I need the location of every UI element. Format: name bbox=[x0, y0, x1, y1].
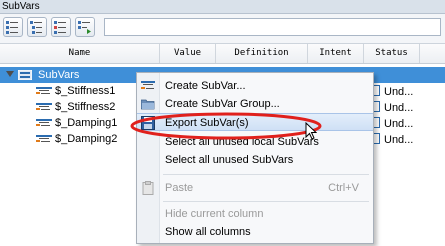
menu-item-create-subvar[interactable]: Create SubVar... bbox=[137, 77, 373, 95]
move-subvar-button[interactable] bbox=[75, 17, 95, 37]
menu-item-select-unused-local[interactable]: Select all unused local SubVars bbox=[137, 133, 373, 151]
menu-item-show-columns[interactable]: Show all columns bbox=[137, 223, 373, 241]
save-disk-icon bbox=[141, 116, 155, 130]
menu-item-label: Select all unused local SubVars bbox=[165, 136, 319, 148]
folder-icon bbox=[141, 99, 155, 110]
menu-separator bbox=[163, 201, 369, 202]
subvar-icon bbox=[36, 119, 52, 126]
tree-item-label: $_Damping2 bbox=[55, 133, 118, 145]
tree-root-label: SubVars bbox=[38, 69, 80, 81]
menu-item-label: Paste bbox=[165, 182, 194, 194]
menu-item-create-subvar-group[interactable]: Create SubVar Group... bbox=[137, 95, 373, 113]
paste-icon bbox=[142, 181, 154, 195]
remove-subvar-button[interactable] bbox=[51, 17, 71, 37]
menu-item-hide-column[interactable]: Hide current column bbox=[137, 205, 373, 223]
status-text: Und... bbox=[384, 134, 414, 146]
list-remove-icon bbox=[54, 21, 66, 34]
mouse-cursor-icon bbox=[305, 122, 317, 140]
status-text: Und... bbox=[384, 86, 414, 98]
subvar-group-icon bbox=[18, 70, 32, 80]
menu-item-label: Create SubVar... bbox=[165, 80, 246, 92]
list-add-icon bbox=[6, 21, 18, 34]
tree-item-label: $_Damping1 bbox=[55, 117, 118, 129]
column-value[interactable]: Value bbox=[160, 44, 216, 63]
status-text: Und... bbox=[384, 102, 414, 114]
subvar-icon bbox=[141, 81, 155, 89]
column-header: Name Value Definition Intent Status bbox=[0, 44, 445, 64]
menu-item-shortcut: Ctrl+V bbox=[328, 182, 359, 194]
tree-item-label: $_Stiffness1 bbox=[55, 85, 116, 97]
expand-arrow-icon[interactable] bbox=[6, 71, 14, 77]
status-cell: Und... bbox=[371, 101, 445, 115]
subvar-icon bbox=[36, 103, 52, 110]
add-group-button[interactable] bbox=[27, 17, 47, 37]
menu-item-label: Select all unused SubVars bbox=[165, 154, 294, 166]
menu-item-paste[interactable]: Paste Ctrl+V bbox=[137, 179, 373, 197]
search-input[interactable] bbox=[104, 18, 441, 36]
column-status[interactable]: Status bbox=[364, 44, 420, 63]
menu-item-label: Export SubVar(s) bbox=[165, 117, 249, 129]
subvar-icon bbox=[36, 135, 52, 142]
status-text: Und... bbox=[384, 118, 414, 130]
tree-item-label: $_Stiffness2 bbox=[55, 101, 116, 113]
status-cell: Und... bbox=[371, 117, 445, 131]
column-definition[interactable]: Definition bbox=[216, 44, 308, 63]
subvar-icon bbox=[36, 87, 52, 94]
menu-item-label: Create SubVar Group... bbox=[165, 98, 280, 110]
status-cell: Und... bbox=[371, 85, 445, 99]
menu-item-label: Hide current column bbox=[165, 208, 264, 220]
column-name[interactable]: Name bbox=[0, 44, 160, 63]
add-subvar-button[interactable] bbox=[3, 17, 23, 37]
status-cell: Und... bbox=[371, 133, 445, 147]
menu-item-label: Show all columns bbox=[165, 226, 251, 238]
toolbar bbox=[0, 14, 445, 44]
context-menu: Create SubVar... Create SubVar Group... … bbox=[136, 72, 374, 244]
list-arrow-icon bbox=[78, 21, 91, 34]
panel-title: SubVars bbox=[0, 0, 445, 14]
column-intent[interactable]: Intent bbox=[308, 44, 364, 63]
menu-separator bbox=[163, 174, 369, 175]
menu-item-export-subvars[interactable]: Export SubVar(s) bbox=[137, 113, 373, 131]
list-group-icon bbox=[30, 21, 42, 34]
menu-item-select-unused[interactable]: Select all unused SubVars bbox=[137, 151, 373, 169]
